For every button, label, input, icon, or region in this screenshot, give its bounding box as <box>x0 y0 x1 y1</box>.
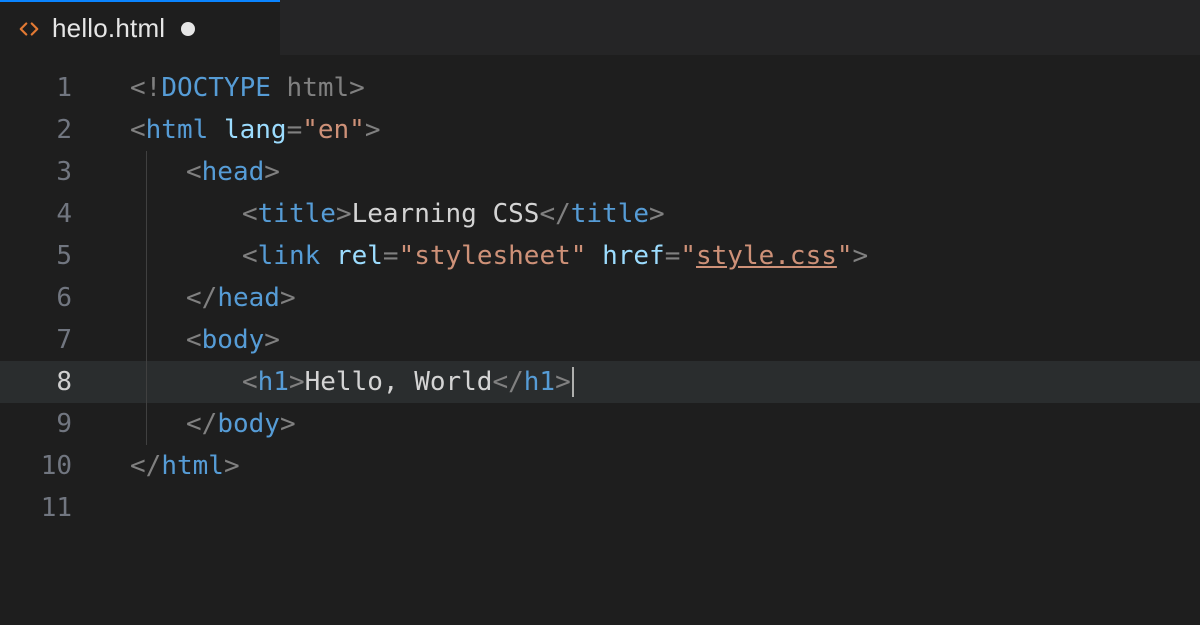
token-tagname: head <box>202 151 265 193</box>
token-attrval: " <box>680 235 696 277</box>
token-text <box>320 235 336 277</box>
code-content[interactable]: </html> <box>100 445 240 487</box>
token-punct: > <box>649 193 665 235</box>
code-content[interactable]: <!DOCTYPE html> <box>100 67 365 109</box>
code-content[interactable]: <html lang="en"> <box>100 109 381 151</box>
code-angle-brackets-icon <box>18 18 40 40</box>
token-text <box>271 67 287 109</box>
code-line[interactable]: 7<body> <box>0 319 1200 361</box>
tab-hello-html[interactable]: hello.html <box>0 0 280 55</box>
code-content[interactable]: <link rel="stylesheet" href="style.css"> <box>100 235 868 277</box>
line-number: 8 <box>0 361 100 403</box>
token-punct: > <box>555 361 571 403</box>
line-number: 9 <box>0 403 100 445</box>
code-content[interactable]: <title>Learning CSS</title> <box>100 193 665 235</box>
token-punct: > <box>264 319 280 361</box>
token-punct: < <box>242 193 258 235</box>
token-htmltok: html <box>287 67 350 109</box>
code-line[interactable]: 1<!DOCTYPE html> <box>0 67 1200 109</box>
token-tagname: body <box>217 403 280 445</box>
code-line[interactable]: 5<link rel="stylesheet" href="style.css"… <box>0 235 1200 277</box>
code-content[interactable]: <body> <box>100 319 280 361</box>
code-content[interactable]: <head> <box>100 151 280 193</box>
token-attrval: " <box>837 235 853 277</box>
token-punct: = <box>287 109 303 151</box>
code-line[interactable]: 4<title>Learning CSS</title> <box>0 193 1200 235</box>
code-line[interactable]: 11 <box>0 487 1200 529</box>
line-number: 7 <box>0 319 100 361</box>
tab-bar: hello.html <box>0 0 1200 55</box>
token-punct: < <box>130 109 146 151</box>
token-punct: = <box>383 235 399 277</box>
token-tagname: title <box>571 193 649 235</box>
token-attrval: "en" <box>302 109 365 151</box>
token-doctype: DOCTYPE <box>161 67 271 109</box>
line-number: 6 <box>0 277 100 319</box>
token-punct: < <box>186 319 202 361</box>
token-text: Learning CSS <box>352 193 540 235</box>
token-tagname: link <box>258 235 321 277</box>
token-punct: > <box>280 403 296 445</box>
token-punct: > <box>349 67 365 109</box>
line-number: 11 <box>0 487 100 529</box>
token-punct: = <box>665 235 681 277</box>
code-line[interactable]: 2<html lang="en"> <box>0 109 1200 151</box>
code-line[interactable]: 3<head> <box>0 151 1200 193</box>
token-punct: </ <box>492 361 523 403</box>
line-number: 1 <box>0 67 100 109</box>
line-number: 3 <box>0 151 100 193</box>
token-punct: </ <box>186 403 217 445</box>
line-number: 10 <box>0 445 100 487</box>
token-punct: > <box>853 235 869 277</box>
token-punct: < <box>186 151 202 193</box>
token-attrname: rel <box>336 235 383 277</box>
text-cursor <box>572 367 574 397</box>
token-text: Hello, World <box>305 361 493 403</box>
unsaved-dot-icon <box>181 22 195 36</box>
token-punct: > <box>224 445 240 487</box>
token-tagname: title <box>258 193 336 235</box>
token-attrval: "stylesheet" <box>399 235 587 277</box>
token-punct: > <box>336 193 352 235</box>
code-editor[interactable]: 1<!DOCTYPE html>2<html lang="en">3<head>… <box>0 55 1200 625</box>
line-number: 4 <box>0 193 100 235</box>
token-attrval: style.css <box>696 235 837 277</box>
token-punct: > <box>289 361 305 403</box>
token-tagname: html <box>161 445 224 487</box>
code-line[interactable]: 9</body> <box>0 403 1200 445</box>
token-tagname: h1 <box>524 361 555 403</box>
code-content[interactable]: </head> <box>100 277 296 319</box>
code-line[interactable]: 6</head> <box>0 277 1200 319</box>
token-tagname: h1 <box>258 361 289 403</box>
token-punct: </ <box>130 445 161 487</box>
line-number: 5 <box>0 235 100 277</box>
token-attrname: href <box>602 235 665 277</box>
token-text <box>208 109 224 151</box>
token-punct: < <box>242 235 258 277</box>
token-tagname: html <box>146 109 209 151</box>
token-punct: < <box>242 361 258 403</box>
tab-filename: hello.html <box>52 13 165 44</box>
code-content[interactable]: <h1>Hello, World</h1> <box>100 361 574 403</box>
token-text <box>586 235 602 277</box>
token-punct: > <box>264 151 280 193</box>
token-punct: <! <box>130 67 161 109</box>
token-punct: > <box>365 109 381 151</box>
token-tagname: head <box>217 277 280 319</box>
token-punct: </ <box>186 277 217 319</box>
token-punct: </ <box>539 193 570 235</box>
code-content[interactable]: </body> <box>100 403 296 445</box>
token-tagname: body <box>202 319 265 361</box>
token-punct: > <box>280 277 296 319</box>
line-number: 2 <box>0 109 100 151</box>
code-line[interactable]: 10</html> <box>0 445 1200 487</box>
code-line[interactable]: 8<h1>Hello, World</h1> <box>0 361 1200 403</box>
token-attrname: lang <box>224 109 287 151</box>
